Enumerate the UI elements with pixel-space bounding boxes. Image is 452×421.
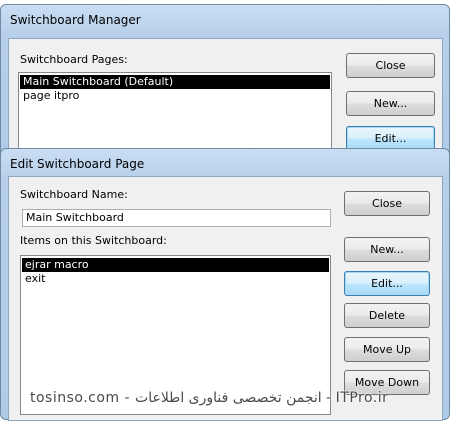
new-button[interactable]: New... <box>346 91 435 116</box>
close-button[interactable]: Close <box>346 53 435 78</box>
items-label: Items on this Switchboard: <box>20 234 167 247</box>
list-item[interactable]: page itpro <box>20 89 330 103</box>
delete-button[interactable]: Delete <box>344 303 430 328</box>
list-item[interactable]: ejrar macro <box>22 258 329 272</box>
switchboard-name-label: Switchboard Name: <box>20 188 128 201</box>
new-button[interactable]: New... <box>344 237 430 262</box>
dialog-body: Switchboard Name: Main Switchboard Items… <box>8 176 443 421</box>
list-item[interactable]: Main Switchboard (Default) <box>20 75 330 89</box>
pages-label: Switchboard Pages: <box>20 53 128 66</box>
edit-switchboard-page-window: Edit Switchboard Page Switchboard Name: … <box>0 148 450 421</box>
watermark-text: tosinso.com - انجمن تخصصی فناوری اطلاعات… <box>30 390 389 406</box>
dialog-title: Edit Switchboard Page <box>10 157 145 171</box>
switchboard-name-field[interactable]: Main Switchboard <box>22 209 331 227</box>
move-up-button[interactable]: Move Up <box>344 337 430 362</box>
edit-button[interactable]: Edit... <box>344 271 430 296</box>
close-button[interactable]: Close <box>344 191 430 216</box>
window-title: Switchboard Manager <box>10 13 141 27</box>
list-item[interactable]: exit <box>22 272 329 286</box>
